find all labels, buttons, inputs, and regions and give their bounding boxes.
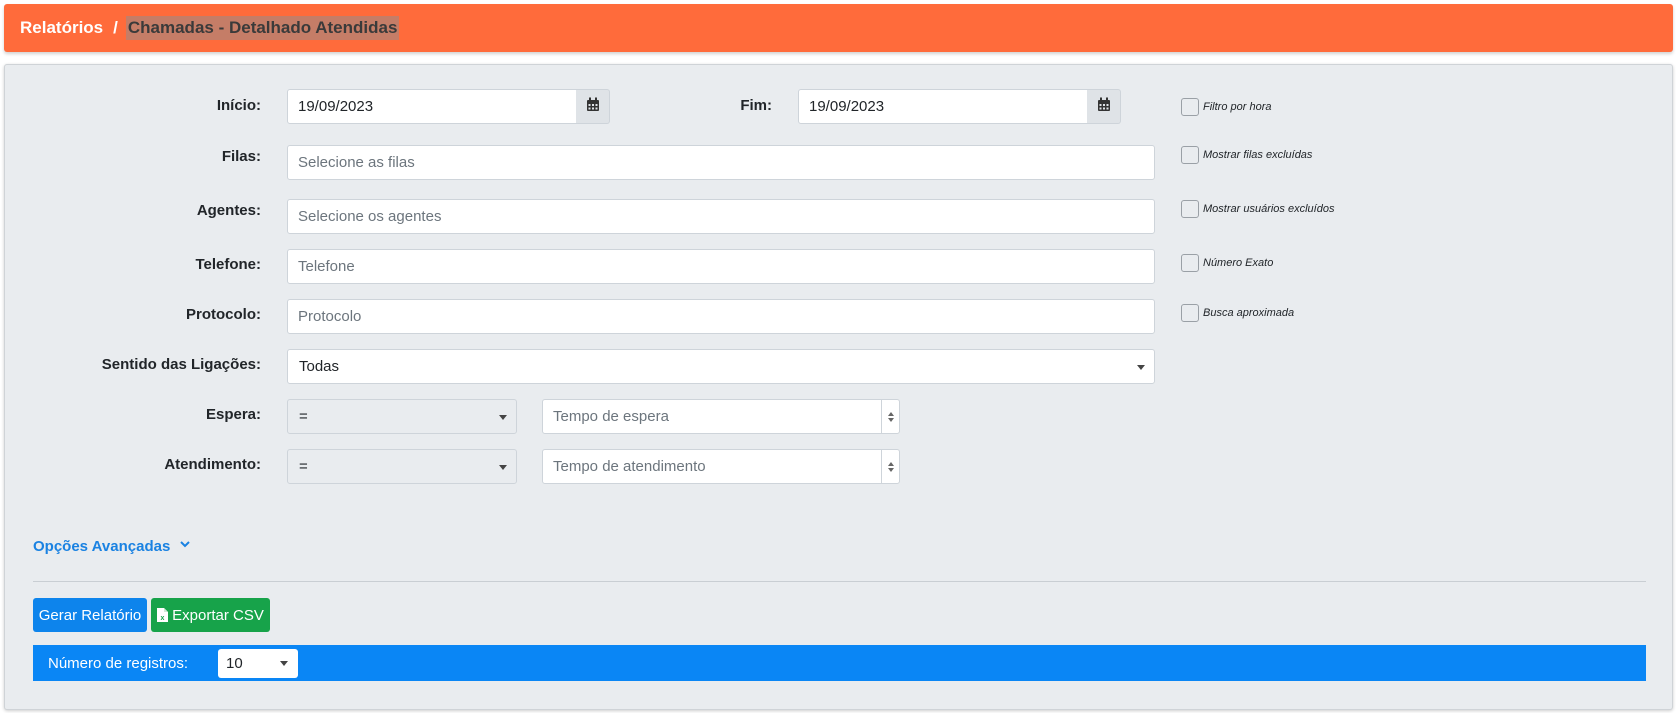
atendimento-time-input[interactable] [542, 449, 900, 484]
numero-exato-option: Número Exato [1181, 254, 1273, 272]
records-select[interactable]: 10 [218, 649, 298, 678]
filas-label: Filas: [221, 148, 261, 165]
espera-label: Espera: [205, 406, 261, 423]
chevron-down-icon [499, 465, 507, 470]
divider [33, 581, 1646, 582]
atendimento-spinner[interactable] [881, 450, 900, 483]
atendimento-time-field [542, 449, 900, 484]
espera-operator-select[interactable]: = [287, 399, 517, 434]
busca-aproximada-option: Busca aproximada [1181, 304, 1294, 322]
agentes-select-input[interactable] [287, 199, 1155, 234]
chevron-down-icon [280, 661, 288, 666]
fim-label: Fim: [740, 97, 772, 114]
filas-select-input[interactable] [287, 145, 1155, 180]
telefone-label: Telefone: [195, 256, 261, 273]
filtro-hora-checkbox[interactable] [1181, 98, 1199, 116]
filter-panel: Início: Fim: Filtro por hora Filas: Most… [4, 64, 1673, 710]
espera-time-input[interactable] [542, 399, 900, 434]
atendimento-operator-select[interactable]: = [287, 449, 517, 484]
filtro-hora-option: Filtro por hora [1181, 98, 1271, 116]
fim-date-input[interactable] [798, 89, 1088, 124]
chevron-down-icon [180, 535, 191, 552]
atendimento-label: Atendimento: [164, 456, 261, 473]
filas-excluidas-label: Mostrar filas excluídas [1203, 149, 1313, 161]
espera-spinner[interactable] [881, 400, 900, 433]
advanced-options-label: Opções Avançadas [33, 538, 171, 555]
espera-operator-value: = [299, 408, 308, 425]
atendimento-operator-value: = [299, 458, 308, 475]
filas-excluidas-checkbox[interactable] [1181, 146, 1199, 164]
exportar-csv-label: Exportar CSV [172, 606, 264, 624]
sentido-value: Todas [299, 358, 340, 375]
telefone-input[interactable] [287, 249, 1155, 284]
fim-calendar-button[interactable] [1087, 89, 1121, 124]
filas-excluidas-option: Mostrar filas excluídas [1181, 146, 1312, 164]
exportar-csv-button[interactable]: x Exportar CSV [151, 598, 270, 632]
usuarios-excluidos-option: Mostrar usuários excluídos [1181, 200, 1334, 218]
chevron-down-icon [499, 415, 507, 420]
sentido-select[interactable]: Todas [287, 349, 1155, 384]
records-label: Número de registros: [48, 654, 189, 672]
espera-time-field [542, 399, 900, 434]
chevron-down-icon [1137, 365, 1145, 370]
agentes-label: Agentes: [196, 202, 261, 219]
usuarios-excluidos-checkbox[interactable] [1181, 200, 1199, 218]
inicio-label: Início: [216, 97, 261, 114]
breadcrumb-root[interactable]: Relatórios [20, 18, 103, 38]
file-excel-icon: x [157, 608, 169, 622]
inicio-calendar-button[interactable] [576, 89, 610, 124]
calendar-icon [586, 97, 600, 116]
usuarios-excluidos-label: Mostrar usuários excluídos [1203, 203, 1335, 215]
inicio-date-input[interactable] [287, 89, 577, 124]
calendar-icon [1097, 97, 1111, 116]
numero-exato-checkbox[interactable] [1181, 254, 1199, 272]
sentido-label: Sentido das Ligações: [101, 356, 261, 373]
records-value: 10 [226, 655, 243, 672]
records-bar: Número de registros: 10 [33, 645, 1646, 681]
protocolo-label: Protocolo: [186, 306, 261, 323]
breadcrumb: Relatórios / Chamadas - Detalhado Atendi… [4, 4, 1673, 52]
numero-exato-label: Número Exato [1203, 257, 1274, 269]
page-title: Chamadas - Detalhado Atendidas [125, 16, 400, 40]
breadcrumb-separator: / [113, 18, 118, 37]
advanced-options-toggle[interactable]: Opções Avançadas [33, 535, 191, 555]
gerar-relatorio-button[interactable]: Gerar Relatório [33, 598, 147, 632]
protocolo-input[interactable] [287, 299, 1155, 334]
svg-text:x: x [161, 615, 165, 622]
busca-aproximada-label: Busca aproximada [1203, 307, 1295, 319]
busca-aproximada-checkbox[interactable] [1181, 304, 1199, 322]
filtro-hora-label: Filtro por hora [1203, 101, 1272, 113]
